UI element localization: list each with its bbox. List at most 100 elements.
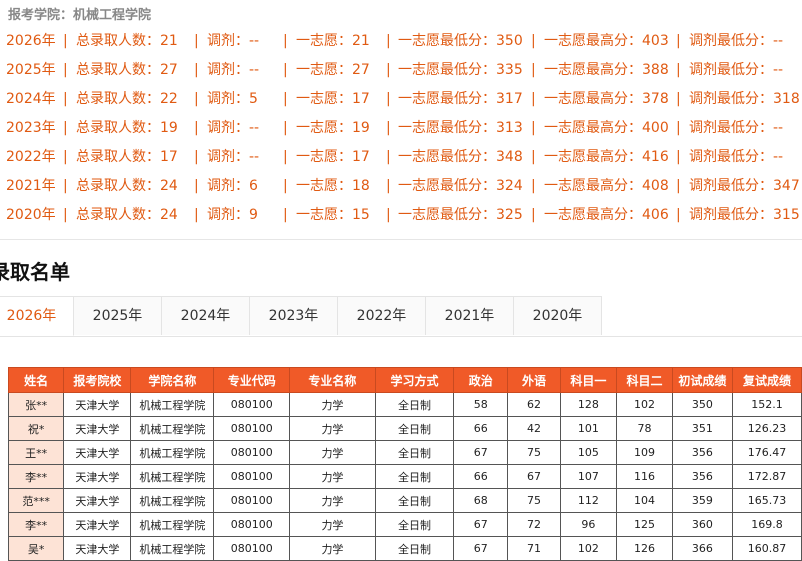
table-cell: 全日制 [374, 416, 455, 441]
tab-year[interactable]: 2023年 [250, 296, 338, 335]
stat-row: 2021年 总录取人数：24 调剂：6 一志愿：18 一志愿最低分：324 一志愿最高分：… [0, 173, 802, 202]
table-cell: 080100 [213, 440, 291, 465]
tab-year[interactable]: 2020年 [514, 296, 602, 335]
stat-separator: | [194, 120, 199, 136]
table-row: 祝* 天津大学 机械工程学院 080100 力学 全日制 66 42 101 78 351 126.2… [7, 416, 802, 441]
stat-separator: | [386, 207, 391, 223]
stat-first: 一志愿：18 [296, 178, 370, 194]
stat-year: 2022年 [6, 149, 56, 165]
column-header: 复试成绩 [732, 367, 802, 393]
tab-year[interactable]: 2021年 [426, 296, 514, 335]
stat-separator: | [63, 33, 68, 49]
table-cell: 080100 [213, 464, 291, 489]
table-cell: 116 [616, 464, 673, 489]
stat-separator: | [283, 120, 288, 136]
column-header: 初试成绩 [671, 367, 734, 393]
table-cell: 58 [453, 392, 509, 417]
table-cell: 力学 [289, 488, 376, 513]
stat-first-max: 一志愿最高分：406 [544, 207, 669, 223]
stat-separator: | [531, 33, 536, 49]
stat-first-min: 一志愿最低分：324 [398, 178, 523, 194]
table-cell: 72 [507, 512, 561, 537]
column-header: 科目二 [616, 367, 673, 393]
stat-year: 2020年 [6, 207, 56, 223]
stat-separator: | [531, 149, 536, 165]
table-cell: 356 [671, 464, 734, 489]
student-name-cell: 李** [7, 512, 65, 537]
tab-year[interactable]: 2025年 [74, 296, 162, 335]
stat-separator: | [676, 120, 681, 136]
table-cell: 75 [507, 440, 561, 465]
table-row: 王** 天津大学 机械工程学院 080100 力学 全日制 67 75 105 109 356 176… [7, 440, 802, 465]
stat-adjust-min: 调剂最低分：347 [689, 178, 800, 194]
table-cell: 天津大学 [63, 536, 132, 561]
stat-first-max: 一志愿最高分：378 [544, 91, 669, 107]
table-cell: 全日制 [374, 512, 455, 537]
table-cell: 351 [671, 416, 734, 441]
stat-first-min: 一志愿最低分：317 [398, 91, 523, 107]
stat-separator: | [676, 207, 681, 223]
stat-adjust-min: 调剂最低分：318 [689, 91, 800, 107]
stat-separator: | [531, 207, 536, 223]
stat-separator: | [531, 120, 536, 136]
table-cell: 机械工程学院 [130, 512, 215, 537]
column-header: 科目一 [559, 367, 618, 393]
table-cell: 机械工程学院 [130, 488, 215, 513]
table-cell: 66 [453, 464, 509, 489]
tab-year[interactable]: 2022年 [338, 296, 426, 335]
stat-adjust: 调剂：-- [207, 149, 260, 165]
table-cell: 67 [507, 464, 561, 489]
stat-first-max: 一志愿最高分：408 [544, 178, 669, 194]
table-cell: 67 [453, 512, 509, 537]
stat-adjust: 调剂：-- [207, 33, 260, 49]
admission-table: 姓名 报考院校 学院名称 专业代码 专业名称 学习方式 政治 外语 科目一 科目二 初试成绩 复试成绩… [7, 367, 802, 561]
stat-row: 2020年 总录取人数：24 调剂：9 一志愿：15 一志愿最低分：325 一志愿最高分：… [0, 202, 802, 231]
table-cell: 天津大学 [63, 416, 132, 441]
stat-separator: | [283, 207, 288, 223]
stat-adjust-min: 调剂最低分：315 [689, 207, 800, 223]
table-cell: 080100 [213, 488, 291, 513]
stat-total: 总录取人数：27 [76, 62, 178, 78]
column-header: 外语 [507, 367, 561, 393]
table-cell: 172.87 [732, 464, 802, 489]
stat-separator: | [194, 62, 199, 78]
stat-separator: | [386, 62, 391, 78]
stat-separator: | [386, 178, 391, 194]
stat-separator: | [194, 149, 199, 165]
table-cell: 165.73 [732, 488, 802, 513]
stat-adjust: 调剂：-- [207, 120, 260, 136]
table-cell: 全日制 [374, 536, 455, 561]
stat-first-max: 一志愿最高分：388 [544, 62, 669, 78]
stat-row: 2024年 总录取人数：22 调剂：5 一志愿：17 一志愿最低分：317 一志愿最高分：… [0, 86, 802, 115]
stat-adjust: 调剂：6 [207, 178, 258, 194]
column-header: 专业名称 [289, 367, 376, 393]
table-cell: 109 [616, 440, 673, 465]
stat-separator: | [63, 91, 68, 107]
table-cell: 101 [559, 416, 618, 441]
table-cell: 天津大学 [63, 488, 132, 513]
table-cell: 105 [559, 440, 618, 465]
table-cell: 360 [671, 512, 734, 537]
stat-separator: | [194, 207, 199, 223]
table-cell: 机械工程学院 [130, 536, 215, 561]
tab-year[interactable]: 2026年 [0, 296, 74, 336]
column-header: 报考院校 [63, 367, 132, 393]
stat-separator: | [386, 91, 391, 107]
stat-row: 2022年 总录取人数：17 调剂：-- 一志愿：17 一志愿最低分：348 一志愿最高分… [0, 144, 802, 173]
table-cell: 68 [453, 488, 509, 513]
table-cell: 天津大学 [63, 392, 132, 417]
stat-first-min: 一志愿最低分：325 [398, 207, 523, 223]
stat-separator: | [676, 62, 681, 78]
year-tabs: 2026年 2025年 2024年 2023年 2022年 2021年 2020年 [0, 296, 802, 337]
table-row: 李** 天津大学 机械工程学院 080100 力学 全日制 66 67 107 116 356 172… [7, 464, 802, 489]
stat-separator: | [63, 62, 68, 78]
stat-row: 2023年 总录取人数：19 调剂：-- 一志愿：19 一志愿最低分：313 一志愿最高分… [0, 115, 802, 144]
table-cell: 080100 [213, 416, 291, 441]
table-cell: 75 [507, 488, 561, 513]
table-cell: 66 [453, 416, 509, 441]
table-row: 李** 天津大学 机械工程学院 080100 力学 全日制 67 72 96 125 360 169.… [7, 512, 802, 537]
table-cell: 080100 [213, 536, 291, 561]
tab-year[interactable]: 2024年 [162, 296, 250, 335]
table-cell: 71 [507, 536, 561, 561]
stat-first-min: 一志愿最低分：313 [398, 120, 523, 136]
